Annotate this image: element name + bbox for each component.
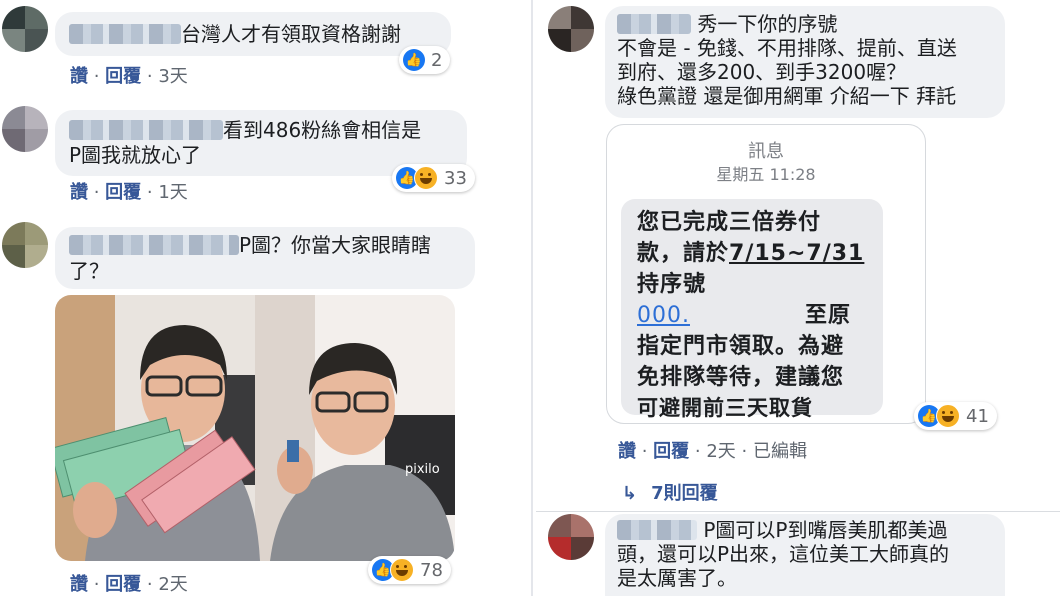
commenter-name[interactable] [69, 120, 223, 140]
comment-time[interactable]: 1天 [158, 182, 187, 203]
comment-bubble: 台灣人才有領取資格謝謝 [55, 12, 451, 56]
comment-text: P圖可以P到嘴唇美肌都美過 [703, 518, 948, 542]
message-header: 訊息 [748, 141, 784, 162]
like-link[interactable]: 讚 [618, 441, 636, 462]
sms-line: 款，請於7/15~7/31 [637, 238, 864, 269]
avatar[interactable] [2, 222, 48, 268]
reply-arrow-icon: ↳ [622, 483, 638, 504]
sms-line: 您已完成三倍券付 [637, 210, 822, 235]
comment-meta: 讚 · 回覆 · 1天 [70, 182, 188, 203]
comment-text: P圖我就放心了 [69, 143, 202, 167]
comment-text: 綠色黨證 還是御用網軍 介紹一下 拜託 [617, 84, 957, 108]
comment-text: 頭，還可以P出來，這位美工大師真的 [617, 542, 950, 566]
comment-text: 不會是 - 免錢、不用排隊、提前、直送 [617, 36, 957, 60]
comment-text: 是太厲害了。 [617, 566, 737, 590]
avatar[interactable] [548, 6, 594, 52]
like-link[interactable]: 讚 [70, 66, 88, 87]
sms-text: 至原 [805, 303, 852, 328]
avatar[interactable] [2, 6, 48, 52]
sms-date-range: 7/15~7/31 [729, 241, 865, 266]
commenter-name[interactable] [69, 235, 239, 255]
comment-bubble: P圖？你當大家眼睛瞎 了？ [55, 227, 475, 289]
avatar[interactable] [2, 106, 48, 152]
sms-line: 持序號 [637, 272, 707, 297]
sms-line: 指定門市領取。為避 [637, 334, 845, 359]
reaction-count: 78 [420, 559, 443, 581]
view-replies-link[interactable]: ↳ 7則回覆 [622, 479, 718, 505]
column-divider [531, 0, 533, 596]
comment-photo[interactable]: pixilo [55, 295, 455, 561]
reaction-summary[interactable]: 👍 33 [392, 164, 475, 192]
sms-bubble: 您已完成三倍券付 款，請於7/15~7/31 持序號 000. 至原 指定門市領… [621, 199, 883, 420]
comment-meta: 讚 · 回覆 · 2天 · 已編輯 [618, 441, 807, 462]
comment-text: 秀一下你的序號 [697, 12, 838, 36]
reply-link[interactable]: 回覆 [105, 182, 141, 203]
reaction-count: 33 [444, 167, 467, 189]
commenter-name[interactable] [617, 14, 691, 34]
photo-image: pixilo [55, 295, 455, 561]
message-screenshot[interactable]: 訊息 星期五 11:28 您已完成三倍券付 款，請於7/15~7/31 持序號 … [606, 124, 926, 424]
separator [536, 511, 1060, 512]
commenter-name[interactable] [69, 24, 181, 44]
comment-text: 台灣人才有領取資格謝謝 [181, 22, 401, 46]
post-comment-bubble: 秀一下你的序號 不會是 - 免錢、不用排隊、提前、直送 到府、還多200、到手3… [605, 6, 1005, 118]
sms-line: 000. 至原 [637, 300, 877, 331]
avatar[interactable] [548, 514, 594, 560]
reaction-summary[interactable]: 👍 78 [368, 556, 451, 584]
haha-icon [390, 558, 414, 582]
comment-text: 到府、還多200、到手3200喔？ [617, 60, 907, 84]
reply-link[interactable]: 回覆 [105, 66, 141, 87]
reply-link[interactable]: 回覆 [653, 441, 689, 462]
like-link[interactable]: 讚 [70, 574, 88, 595]
commenter-name[interactable] [617, 520, 697, 540]
edited-label: 已編輯 [752, 441, 807, 462]
sms-line: 可避開前三天取貨 [637, 396, 813, 420]
reaction-summary[interactable]: 👍 41 [914, 402, 997, 430]
haha-icon [414, 166, 438, 190]
sms-serial-link[interactable]: 000. [637, 303, 690, 328]
comment-time[interactable]: 2天 [706, 441, 735, 462]
reply-bubble: P圖可以P到嘴唇美肌都美過 頭，還可以P出來，這位美工大師真的 是太厲害了。 [605, 514, 1005, 596]
haha-icon [936, 404, 960, 428]
photo-watermark: pixilo [405, 462, 440, 477]
comment-meta: 讚 · 回覆 · 2天 [70, 574, 188, 595]
reaction-summary[interactable]: 👍 2 [399, 46, 451, 74]
message-time: 星期五 11:28 [716, 165, 816, 184]
sms-text: 款，請於 [637, 241, 730, 266]
comment-text: P圖？你當大家眼睛瞎 [239, 233, 432, 257]
comment-time[interactable]: 3天 [158, 66, 187, 87]
comment-text: 了？ [69, 259, 109, 283]
reply-link[interactable]: 回覆 [105, 574, 141, 595]
sms-line: 免排隊等待，建議您 [637, 365, 845, 390]
reaction-count: 2 [431, 49, 443, 71]
comment-time[interactable]: 2天 [158, 574, 187, 595]
comment-meta: 讚 · 回覆 · 3天 [70, 66, 188, 87]
like-link[interactable]: 讚 [70, 182, 88, 203]
comment-text: 看到486粉絲會相信是 [223, 118, 422, 142]
like-icon: 👍 [403, 49, 425, 71]
reaction-count: 41 [966, 405, 989, 427]
replies-count: 7則回覆 [651, 483, 718, 504]
